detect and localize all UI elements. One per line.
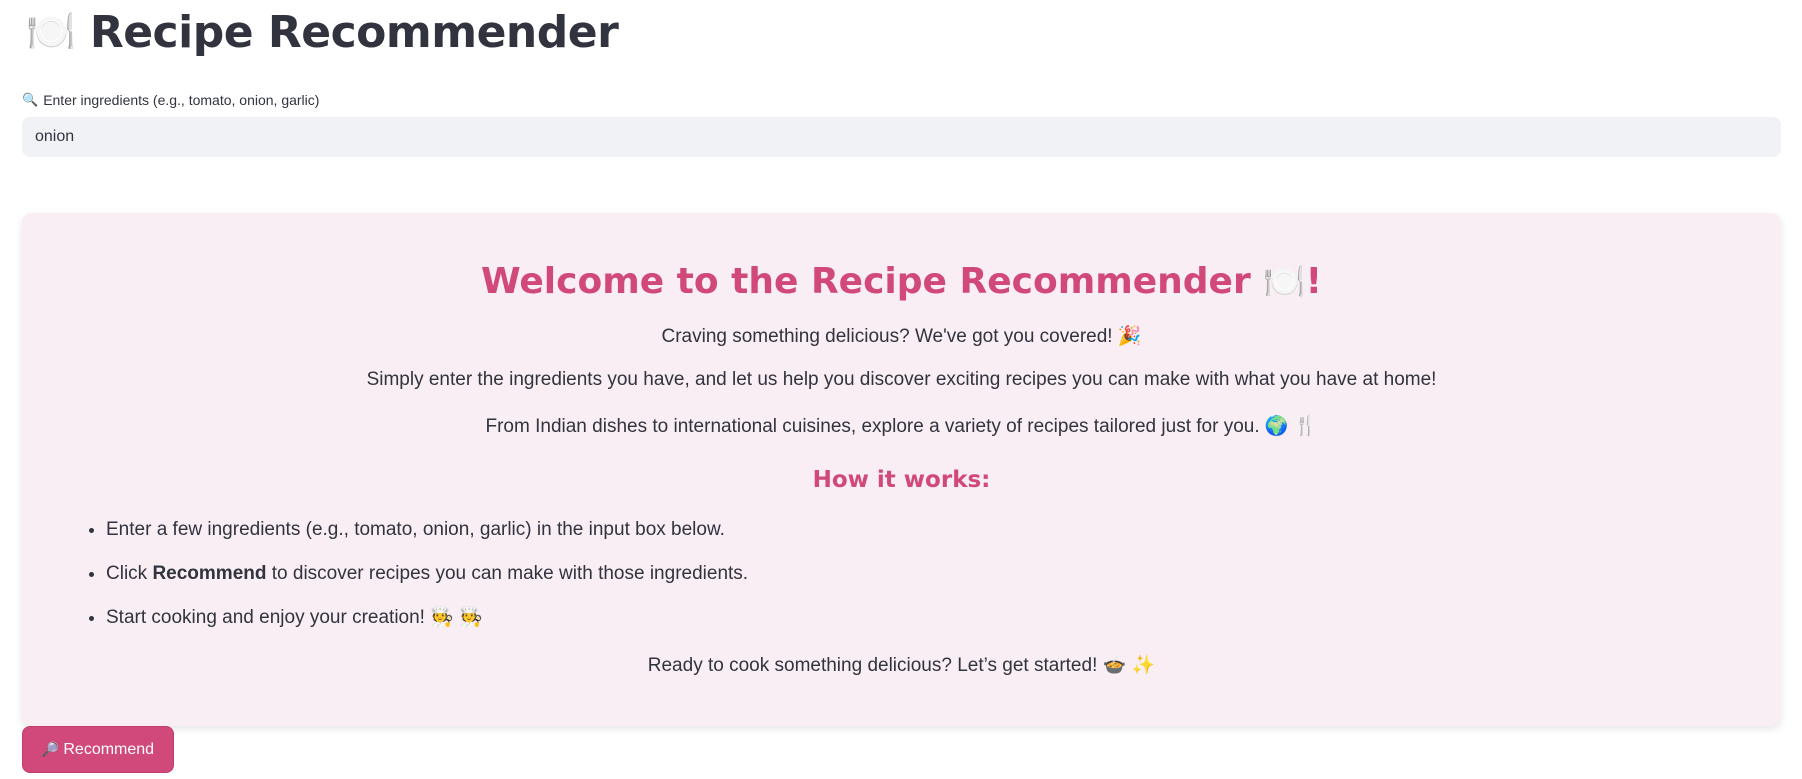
welcome-line-cuisines: From Indian dishes to international cuis… (22, 414, 1781, 438)
step-text: Start cooking and enjoy your creation! (106, 607, 425, 628)
welcome-line-instructions: Simply enter the ingredients you have, a… (366, 369, 1437, 390)
app-page: 🍽️ Recipe Recommender 🔍 Enter ingredient… (0, 0, 1802, 779)
ingredient-input-label: 🔍 Enter ingredients (e.g., tomato, onion… (22, 92, 319, 108)
recommend-button[interactable]: 🔎 Recommend (22, 726, 174, 773)
cook-icons: 🧑‍🍳 🧑‍🍳 (430, 607, 483, 628)
how-it-works-title: How it works: (812, 467, 991, 493)
magnifier-icon: 🔍 (22, 92, 39, 107)
recommend-button-label: Recommend (63, 740, 155, 758)
step-text-bold: Recommend (152, 563, 267, 584)
welcome-line-craving-text: Craving something delicious? We've got y… (661, 326, 1113, 347)
ingredient-input-label-text: Enter ingredients (e.g., tomato, onion, … (43, 92, 320, 108)
welcome-line-craving: Craving something delicious? We've got y… (22, 324, 1781, 348)
step-text-suffix: to discover recipes you can make with th… (271, 563, 749, 584)
welcome-card: Welcome to the Recipe Recommender 🍽️! Cr… (22, 213, 1781, 726)
page-header: 🍽️ Recipe Recommender (26, 4, 619, 60)
welcome-title: Welcome to the Recipe Recommender 🍽️! (22, 261, 1781, 302)
list-item: Click Recommend to discover recipes you … (106, 562, 748, 606)
ingredient-input[interactable] (22, 117, 1781, 157)
welcome-closing-text: Ready to cook something delicious? Let’s… (647, 655, 1098, 676)
welcome-closing: Ready to cook something delicious? Let’s… (22, 653, 1781, 677)
how-it-works-list: Enter a few ingredients (e.g., tomato, o… (76, 518, 748, 650)
welcome-title-text: Welcome to the Recipe Recommender (480, 261, 1251, 302)
welcome-title-suffix: ! (1305, 261, 1323, 302)
step-text-prefix: Click (106, 563, 148, 584)
magnifier-icon: 🔎 (41, 741, 60, 757)
stew-sparkles-icons: 🍲 ✨ (1102, 655, 1156, 676)
list-item: Start cooking and enjoy your creation! 🧑… (106, 606, 748, 650)
step-text: Enter a few ingredients (e.g., tomato, o… (106, 519, 725, 540)
page-title: Recipe Recommender (89, 6, 619, 58)
plate-cutlery-icon: 🍽️ (1263, 262, 1306, 302)
list-item: Enter a few ingredients (e.g., tomato, o… (106, 518, 748, 562)
plate-cutlery-icon: 🍽️ (26, 9, 76, 55)
welcome-line-cuisines-text: From Indian dishes to international cuis… (485, 416, 1260, 437)
globe-cutlery-icons: 🌍 🍴 (1264, 416, 1318, 437)
party-popper-icon: 🎉 (1117, 326, 1142, 347)
